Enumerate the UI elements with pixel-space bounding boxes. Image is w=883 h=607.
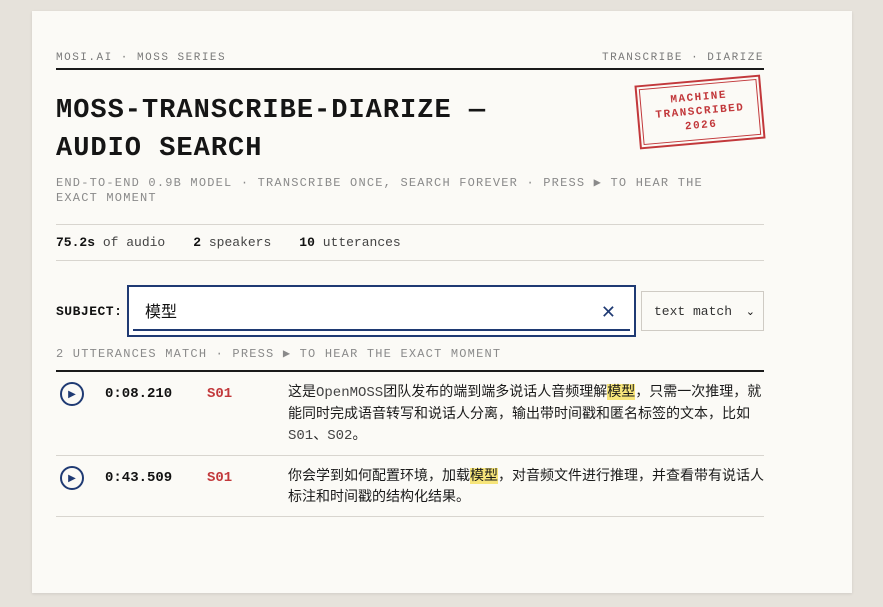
text-code-fragment: OpenMOSS — [316, 385, 384, 401]
stat-duration-value: 75.2s — [56, 235, 96, 250]
result-speaker: S01 — [207, 470, 233, 486]
match-mode-value: text match — [654, 303, 733, 319]
text-fragment: 这是 — [288, 384, 316, 400]
stats-bar: 75.2s of audio 2 speakers 10 utterances — [56, 224, 764, 261]
text-code-fragment: S02 — [327, 428, 353, 444]
result-text: 这是OpenMOSS团队发布的端到端多说话人音频理解模型，只需一次推理，就能同时… — [288, 382, 764, 447]
result-text: 你会学到如何配置环境，加载模型，对音频文件进行推理，并查看带有说话人标注和时间戳… — [288, 466, 764, 508]
search-box: ✕ — [127, 285, 636, 337]
stat-duration-label: of audio — [102, 235, 166, 250]
search-input[interactable] — [145, 300, 585, 320]
page-subtitle: END-TO-END 0.9B MODEL · TRANSCRIBE ONCE,… — [56, 176, 703, 205]
stat-utterances-value: 10 — [299, 235, 315, 250]
result-speaker: S01 — [207, 386, 233, 402]
nav-label: TRANSCRIBE · DIARIZE — [601, 52, 764, 64]
search-inner — [133, 291, 630, 331]
stat-speakers-label: speakers — [208, 235, 272, 250]
result-row: ▶ 0:08.210 S01 这是OpenMOSS团队发布的端到端多说话人音频理解模型… — [56, 372, 764, 456]
machine-transcribed-stamp: MACHINE TRANSCRIBED 2026 — [634, 74, 766, 150]
text-fragment: 团队发布的端到端多说话人音频理解 — [383, 384, 608, 400]
stat-speakers: 2 speakers — [193, 235, 271, 250]
close-icon[interactable]: ✕ — [601, 302, 616, 323]
match-mode-select[interactable]: text match ⌄ — [641, 291, 764, 331]
page-title: MOSS-TRANSCRIBE-DIARIZE — AUDIO SEARCH — [56, 92, 576, 168]
match-highlight: 模型 — [470, 468, 498, 484]
match-highlight: 模型 — [607, 384, 636, 400]
result-timestamp: 0:08.210 — [105, 386, 173, 402]
text-fragment: 、 — [313, 427, 328, 443]
top-bar: MOSI.AI · MOSS SERIES TRANSCRIBE · DIARI… — [56, 48, 764, 70]
chevron-down-icon: ⌄ — [745, 304, 755, 318]
result-row: ▶ 0:43.509 S01 你会学到如何配置环境，加载模型，对音频文件进行推理，并查… — [56, 456, 764, 517]
text-code-fragment: S01 — [288, 428, 314, 444]
stat-duration: 75.2s of audio — [56, 235, 165, 250]
text-fragment: 。 — [352, 427, 367, 443]
subject-label: SUBJECT: — [56, 303, 123, 319]
results-list: ▶ 0:08.210 S01 这是OpenMOSS团队发布的端到端多说话人音频理解模型… — [56, 372, 764, 517]
play-icon[interactable]: ▶ — [60, 466, 84, 490]
stat-utterances: 10 utterances — [299, 235, 400, 250]
stat-speakers-value: 2 — [193, 235, 202, 250]
stat-utterances-label: utterances — [322, 235, 401, 250]
result-timestamp: 0:43.509 — [105, 470, 173, 486]
page-title-line2: AUDIO SEARCH — [56, 134, 263, 164]
brand-label: MOSI.AI · MOSS SERIES — [56, 52, 227, 64]
match-status: 2 UTTERANCES MATCH · PRESS ▶ TO HEAR THE… — [56, 346, 764, 372]
page-title-line1: MOSS-TRANSCRIBE-DIARIZE — — [56, 96, 487, 126]
play-icon[interactable]: ▶ — [60, 382, 84, 406]
text-fragment: 你会学到如何配置环境，加载 — [288, 468, 470, 484]
search-row: SUBJECT: ✕ text match ⌄ — [56, 285, 764, 337]
